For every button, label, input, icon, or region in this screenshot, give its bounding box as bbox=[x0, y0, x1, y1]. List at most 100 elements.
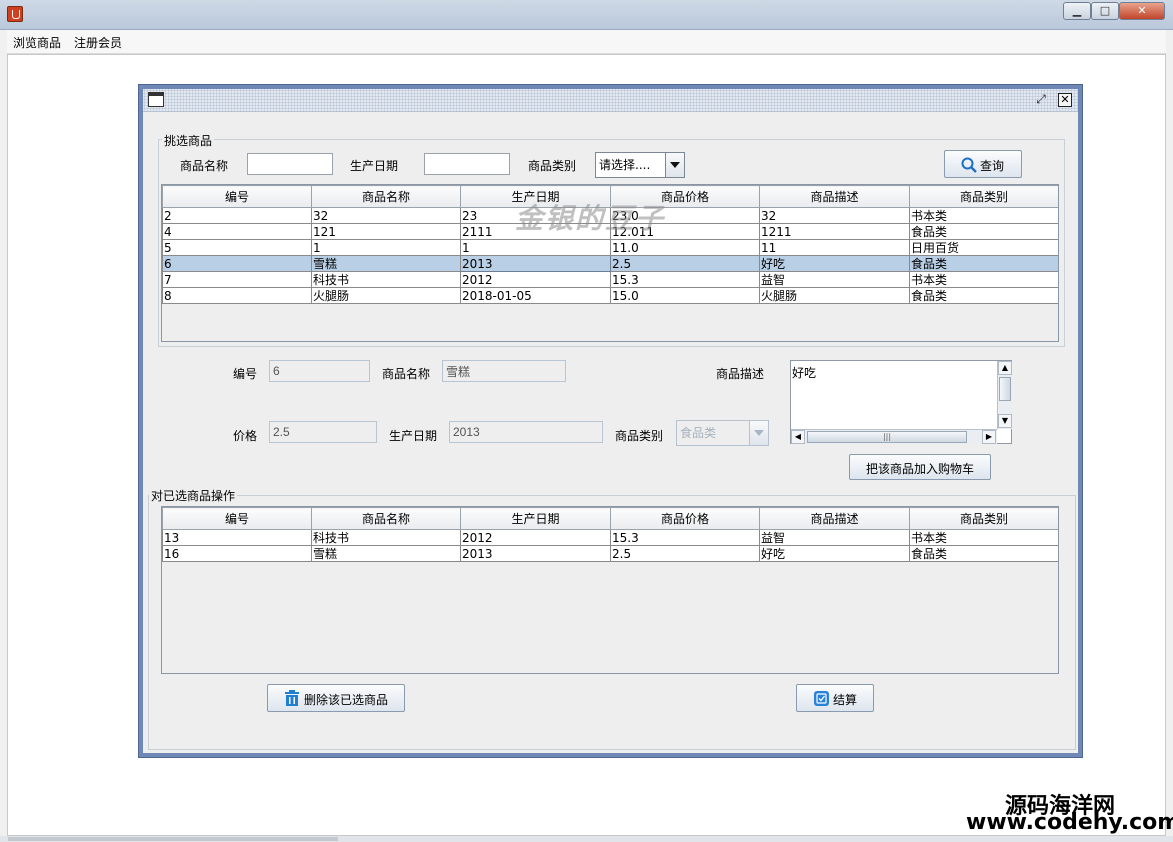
products-table[interactable]: 编号 商品名称 生产日期 商品价格 商品描述 商品类别 2 32 23 23.0 32 书本类 4 12… bbox=[162, 185, 1058, 304]
table-cell-desc[interactable]: 益智 bbox=[759, 529, 910, 546]
table-row[interactable]: 7 科技书 2012 15.3 益智 书本类 bbox=[162, 271, 1058, 288]
menu-register-member[interactable]: 注册会员 bbox=[74, 34, 122, 51]
query-button[interactable]: 查询 bbox=[944, 150, 1022, 178]
scroll-down-icon[interactable]: ▼ bbox=[998, 414, 1012, 428]
frame-close-icon[interactable]: ✕ bbox=[1058, 93, 1072, 107]
detail-name-field[interactable] bbox=[442, 360, 566, 382]
table-cell-name[interactable]: 科技书 bbox=[311, 271, 461, 288]
table-row[interactable]: 16 雪糕 2013 2.5 好吃 食品类 bbox=[162, 545, 1058, 562]
table-cell-price[interactable]: 2.5 bbox=[610, 255, 760, 272]
table-cell-date[interactable]: 1 bbox=[460, 239, 611, 256]
table-cell-category[interactable]: 食品类 bbox=[909, 545, 1058, 562]
detail-desc-textarea[interactable]: 好吃 ▲ ▼ ◀ ||| ▶ bbox=[790, 360, 1012, 444]
column-header[interactable]: 商品描述 bbox=[759, 507, 910, 530]
table-cell-id[interactable]: 5 bbox=[162, 239, 312, 256]
close-button[interactable]: ✕ bbox=[1119, 2, 1165, 20]
table-cell-id[interactable]: 16 bbox=[162, 545, 312, 562]
scroll-right-icon[interactable]: ▶ bbox=[982, 430, 996, 444]
table-cell-desc[interactable]: 好吃 bbox=[759, 545, 910, 562]
column-header[interactable]: 商品价格 bbox=[610, 185, 760, 208]
column-header[interactable]: 编号 bbox=[162, 185, 312, 208]
search-name-input[interactable] bbox=[247, 153, 333, 175]
column-header[interactable]: 商品描述 bbox=[759, 185, 910, 208]
table-cell-id[interactable]: 8 bbox=[162, 287, 312, 304]
horizontal-scrollbar[interactable]: ◀ ||| ▶ bbox=[791, 429, 997, 444]
table-cell-name[interactable]: 1 bbox=[311, 239, 461, 256]
table-cell-date[interactable]: 2013 bbox=[460, 545, 611, 562]
table-cell-date[interactable]: 2018-01-05 bbox=[460, 287, 611, 304]
add-to-cart-button[interactable]: 把该商品加入购物车 bbox=[849, 454, 991, 480]
cart-table-scrollpane[interactable]: 编号 商品名称 生产日期 商品价格 商品描述 商品类别 13 科技书 2012 15.3 益智 书本… bbox=[161, 506, 1059, 674]
table-cell-price[interactable]: 2.5 bbox=[610, 545, 760, 562]
table-cell-price[interactable]: 15.3 bbox=[610, 529, 760, 546]
table-cell-date[interactable]: 2012 bbox=[460, 529, 611, 546]
table-cell-name[interactable]: 科技书 bbox=[311, 529, 461, 546]
column-header[interactable]: 生产日期 bbox=[460, 507, 611, 530]
maximize-button[interactable]: □ bbox=[1091, 2, 1119, 20]
table-cell-category[interactable]: 食品类 bbox=[909, 287, 1058, 304]
table-cell-id[interactable]: 4 bbox=[162, 223, 312, 240]
table-cell-id[interactable]: 7 bbox=[162, 271, 312, 288]
table-cell-id[interactable]: 2 bbox=[162, 207, 312, 224]
table-cell-name[interactable]: 32 bbox=[311, 207, 461, 224]
table-row[interactable]: 4 121 2111 12.011 1211 食品类 bbox=[162, 223, 1058, 240]
table-row[interactable]: 2 32 23 23.0 32 书本类 bbox=[162, 207, 1058, 224]
internal-frame-titlebar[interactable]: ⤢ ✕ bbox=[143, 89, 1078, 112]
table-cell-price[interactable]: 11.0 bbox=[610, 239, 760, 256]
detail-price-field[interactable] bbox=[269, 421, 377, 443]
vertical-scrollbar[interactable]: ▲ ▼ bbox=[997, 361, 1012, 429]
minimize-button[interactable]: ▁ bbox=[1063, 2, 1091, 20]
table-cell-category[interactable]: 食品类 bbox=[909, 223, 1058, 240]
table-row[interactable]: 13 科技书 2012 15.3 益智 书本类 bbox=[162, 529, 1058, 546]
table-cell-date[interactable]: 2012 bbox=[460, 271, 611, 288]
products-table-scrollpane[interactable]: 编号 商品名称 生产日期 商品价格 商品描述 商品类别 2 32 23 23.0 32 书本类 4 12… bbox=[161, 184, 1059, 342]
scroll-left-icon[interactable]: ◀ bbox=[791, 430, 805, 444]
table-cell-desc[interactable]: 好吃 bbox=[759, 255, 910, 272]
table-cell-id[interactable]: 6 bbox=[162, 255, 312, 272]
table-row[interactable]: 8 火腿肠 2018-01-05 15.0 火腿肠 食品类 bbox=[162, 287, 1058, 304]
table-row[interactable]: 6 雪糕 2013 2.5 好吃 食品类 bbox=[162, 255, 1058, 272]
table-cell-category[interactable]: 书本类 bbox=[909, 529, 1058, 546]
table-cell-desc[interactable]: 11 bbox=[759, 239, 910, 256]
column-header[interactable]: 商品类别 bbox=[909, 185, 1058, 208]
column-header[interactable]: 编号 bbox=[162, 507, 312, 530]
search-date-input[interactable] bbox=[424, 153, 510, 175]
search-category-select[interactable]: 请选择.... bbox=[595, 152, 685, 178]
table-cell-date[interactable]: 2013 bbox=[460, 255, 611, 272]
table-cell-category[interactable]: 书本类 bbox=[909, 271, 1058, 288]
table-cell-category[interactable]: 食品类 bbox=[909, 255, 1058, 272]
table-cell-desc[interactable]: 32 bbox=[759, 207, 910, 224]
horizontal-scroll-thumb[interactable]: ||| bbox=[807, 431, 967, 443]
table-cell-desc[interactable]: 益智 bbox=[759, 271, 910, 288]
table-cell-date[interactable]: 2111 bbox=[460, 223, 611, 240]
table-row[interactable]: 5 1 1 11.0 11 日用百货 bbox=[162, 239, 1058, 256]
restore-icon[interactable]: ⤢ bbox=[1033, 92, 1049, 108]
column-header[interactable]: 商品类别 bbox=[909, 507, 1058, 530]
menu-browse-products[interactable]: 浏览商品 bbox=[13, 34, 61, 51]
table-cell-category[interactable]: 书本类 bbox=[909, 207, 1058, 224]
column-header[interactable]: 生产日期 bbox=[460, 185, 611, 208]
table-cell-name[interactable]: 121 bbox=[311, 223, 461, 240]
vertical-scroll-thumb[interactable] bbox=[999, 377, 1011, 401]
column-header[interactable]: 商品名称 bbox=[311, 507, 461, 530]
bottom-scrollbar[interactable] bbox=[0, 836, 1173, 842]
table-cell-name[interactable]: 雪糕 bbox=[311, 255, 461, 272]
scroll-up-icon[interactable]: ▲ bbox=[998, 361, 1012, 375]
table-cell-id[interactable]: 13 bbox=[162, 529, 312, 546]
table-cell-desc[interactable]: 1211 bbox=[759, 223, 910, 240]
table-cell-price[interactable]: 15.3 bbox=[610, 271, 760, 288]
chevron-down-icon[interactable] bbox=[665, 153, 684, 177]
table-cell-desc[interactable]: 火腿肠 bbox=[759, 287, 910, 304]
cart-table[interactable]: 编号 商品名称 生产日期 商品价格 商品描述 商品类别 13 科技书 2012 15.3 益智 书本… bbox=[162, 507, 1058, 562]
table-cell-name[interactable]: 雪糕 bbox=[311, 545, 461, 562]
table-cell-date[interactable]: 23 bbox=[460, 207, 611, 224]
table-cell-name[interactable]: 火腿肠 bbox=[311, 287, 461, 304]
table-cell-price[interactable]: 15.0 bbox=[610, 287, 760, 304]
table-cell-price[interactable]: 12.011 bbox=[610, 223, 760, 240]
detail-id-field[interactable] bbox=[269, 360, 370, 382]
column-header[interactable]: 商品价格 bbox=[610, 507, 760, 530]
delete-selected-button[interactable]: 删除该已选商品 bbox=[267, 684, 405, 712]
checkout-button[interactable]: 结算 bbox=[796, 684, 874, 712]
detail-date-field[interactable] bbox=[449, 421, 603, 443]
table-cell-price[interactable]: 23.0 bbox=[610, 207, 760, 224]
